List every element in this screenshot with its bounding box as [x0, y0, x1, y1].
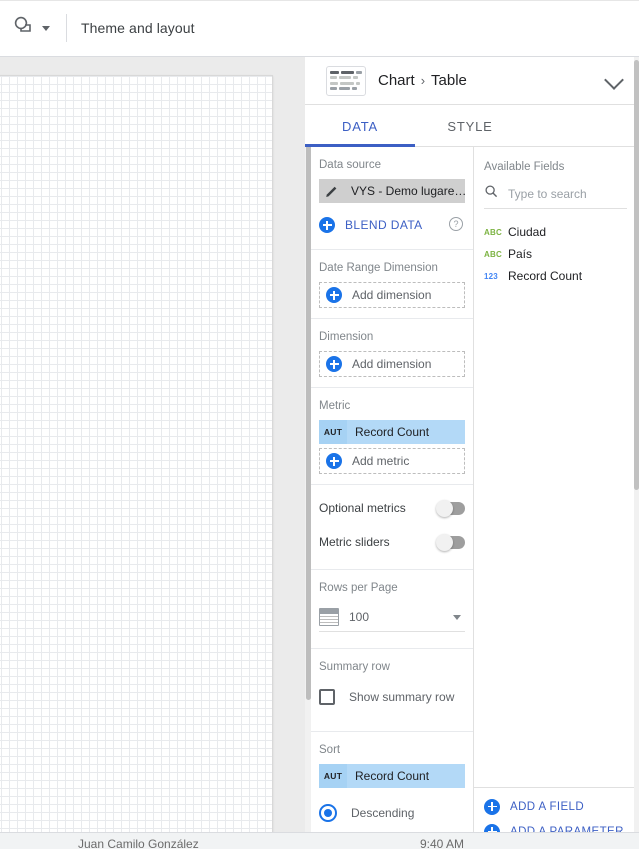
plus-circle-icon — [319, 217, 335, 233]
add-a-field-label: ADD A FIELD — [510, 800, 585, 813]
rows-per-page-title: Rows per Page — [319, 582, 398, 594]
available-fields-title: Available Fields — [484, 161, 565, 173]
chevron-down-icon[interactable] — [604, 70, 624, 90]
add-date-range-dimension-slot[interactable]: Add dimension — [319, 282, 465, 308]
sort-chip-name: Record Count — [347, 764, 465, 788]
available-fields-column: Available Fields ABC Ciudad ABC País 123… — [474, 147, 639, 849]
add-metric-slot[interactable]: Add metric — [319, 448, 465, 474]
available-field-label: Record Count — [508, 269, 583, 283]
sort-chip-type: AUT — [319, 764, 347, 788]
metric-sliders-label: Metric sliders — [319, 535, 390, 549]
blend-data-label: BLEND DATA — [345, 218, 423, 232]
panel-tabs: DATA STYLE — [305, 105, 639, 147]
theme-and-layout-button[interactable] — [6, 11, 56, 46]
tab-style-label: STYLE — [447, 118, 493, 134]
section-summary-row: Summary row Show summary row — [311, 649, 473, 732]
text-field-type-icon: ABC — [484, 249, 502, 259]
rows-per-page-value: 100 — [349, 609, 370, 624]
metric-chip-name: Record Count — [347, 420, 465, 444]
available-field-label: País — [508, 247, 533, 261]
breadcrumb-separator: › — [420, 73, 426, 88]
report-canvas-area[interactable] — [0, 57, 305, 849]
plus-circle-icon — [484, 798, 500, 815]
available-field-record-count[interactable]: 123 Record Count — [474, 265, 639, 287]
metric-chip-record-count[interactable]: AUT Record Count — [319, 420, 465, 444]
tab-data-label: DATA — [342, 118, 378, 134]
available-field-label: Ciudad — [508, 225, 547, 239]
page-scrollbar-thumb[interactable] — [634, 60, 639, 490]
section-rows-per-page: Rows per Page 100 — [311, 570, 473, 649]
summary-row-title: Summary row — [319, 661, 390, 673]
breadcrumb[interactable]: Chart › Table — [378, 72, 467, 89]
add-date-range-dimension-label: Add dimension — [352, 288, 432, 302]
section-metric: Metric AUT Record Count Add metric — [311, 388, 473, 485]
section-date-range-dimension: Date Range Dimension Add dimension — [311, 250, 473, 319]
sort-descending-radio[interactable] — [319, 804, 337, 822]
breadcrumb-chart[interactable]: Chart — [378, 72, 415, 89]
optional-metrics-toggle[interactable] — [436, 499, 465, 517]
chart-header: Chart › Table — [305, 57, 639, 105]
section-metric-toggles: Optional metrics Metric sliders — [311, 485, 473, 570]
show-summary-row-row[interactable]: Show summary row — [311, 681, 473, 713]
chevron-down-icon — [42, 25, 50, 31]
search-icon — [484, 184, 498, 203]
tab-style[interactable]: STYLE — [415, 105, 525, 147]
add-metric-label: Add metric — [352, 454, 410, 468]
plus-circle-icon — [326, 453, 342, 469]
section-data-source: Data source VYS - Demo lugare… BLEND DAT… — [311, 147, 473, 250]
pencil-icon[interactable] — [319, 179, 345, 203]
add-dimension-label: Add dimension — [352, 357, 432, 371]
help-icon[interactable]: ? — [449, 217, 463, 231]
chevron-down-icon — [453, 615, 461, 620]
sort-title: Sort — [319, 744, 341, 756]
add-dimension-slot[interactable]: Add dimension — [319, 351, 465, 377]
panel-settings-column: Data source VYS - Demo lugare… BLEND DAT… — [311, 147, 474, 849]
plus-circle-icon — [326, 356, 342, 372]
dimension-title: Dimension — [319, 331, 374, 343]
show-summary-row-label: Show summary row — [349, 690, 455, 704]
theme-and-layout-label: Theme and layout — [81, 20, 195, 36]
data-source-name: VYS - Demo lugare… — [345, 184, 465, 198]
available-field-ciudad[interactable]: ABC Ciudad — [474, 221, 639, 243]
search-input[interactable] — [508, 186, 618, 201]
available-fields-search-row[interactable] — [484, 179, 627, 209]
metric-title: Metric — [319, 400, 351, 412]
sort-chip-record-count[interactable]: AUT Record Count — [319, 764, 465, 788]
metric-sliders-toggle[interactable] — [436, 533, 465, 551]
bottom-timestamp: 9:40 AM — [420, 837, 465, 849]
section-dimension: Dimension Add dimension — [311, 319, 473, 388]
available-field-pais[interactable]: ABC País — [474, 243, 639, 265]
data-source-title: Data source — [319, 159, 382, 171]
sort-descending-row[interactable]: Descending — [311, 794, 473, 832]
sort-descending-label: Descending — [351, 806, 415, 820]
table-chart-icon[interactable] — [326, 65, 366, 96]
data-source-chip[interactable]: VYS - Demo lugare… — [319, 179, 465, 203]
blend-data-button[interactable]: BLEND DATA ? — [319, 211, 465, 239]
report-page-grid[interactable] — [0, 75, 273, 840]
toolbar-divider — [66, 14, 67, 42]
date-range-dimension-title: Date Range Dimension — [319, 262, 438, 274]
text-field-type-icon: ABC — [484, 227, 502, 237]
plus-circle-icon — [326, 287, 342, 303]
metric-sliders-row: Metric sliders — [311, 525, 473, 559]
tab-data[interactable]: DATA — [305, 105, 415, 147]
bottom-status-bar: Juan Camilo González 9:40 AM — [0, 832, 639, 849]
optional-metrics-row: Optional metrics — [311, 491, 473, 525]
available-fields-list: ABC Ciudad ABC País 123 Record Count — [474, 221, 639, 287]
show-summary-row-checkbox[interactable] — [319, 689, 335, 705]
top-toolbar: Theme and layout — [0, 0, 639, 57]
metric-chip-type: AUT — [319, 420, 347, 444]
number-field-type-icon: 123 — [484, 271, 498, 281]
toolbar-top-divider — [0, 0, 639, 1]
rows-per-page-select[interactable]: 100 — [319, 602, 465, 632]
theme-shape-icon — [12, 15, 38, 42]
bottom-user-name: Juan Camilo González — [78, 837, 199, 849]
optional-metrics-label: Optional metrics — [319, 501, 406, 515]
add-a-field-button[interactable]: ADD A FIELD — [474, 794, 639, 819]
breadcrumb-table[interactable]: Table — [431, 72, 467, 89]
rows-table-icon — [319, 607, 339, 626]
